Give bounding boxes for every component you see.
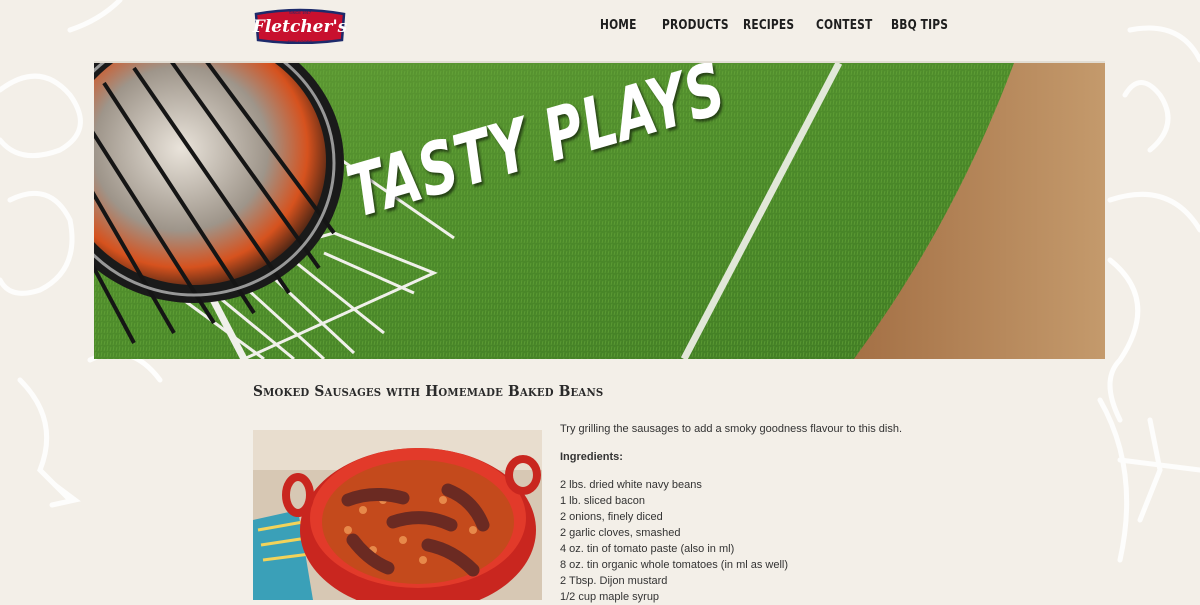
ingredients-heading: Ingredients: <box>560 451 623 463</box>
nav-home[interactable]: HOME <box>600 18 637 33</box>
logo-badge-bottom: FINE FOODS <box>288 39 313 44</box>
ingredient-item: 2 lbs. dried white navy beans <box>560 479 702 491</box>
logo-badge-top: SINCE 1917 <box>289 10 312 15</box>
ingredient-item: 2 onions, finely diced <box>560 511 663 523</box>
recipe-title: Smoked Sausages with Homemade Baked Bean… <box>253 382 604 400</box>
ingredient-item: 2 Tbsp. Dijon mustard <box>560 575 668 587</box>
ingredient-item: 4 oz. tin of tomato paste (also in ml) <box>560 543 735 555</box>
recipe-photo <box>253 430 542 600</box>
logo-wordmark: Fletcher's <box>252 17 348 37</box>
ingredients-list: 2 lbs. dried white navy beans 1 lb. slic… <box>560 477 1120 605</box>
ingredient-item: 1/2 cup maple syrup <box>560 591 660 603</box>
nav-products[interactable]: PRODUCTS <box>662 18 729 33</box>
hero-banner: TASTY PLAYS <box>94 61 1105 359</box>
ingredient-item: 2 garlic cloves, smashed <box>560 527 681 539</box>
ingredient-item: 1 lb. sliced bacon <box>560 495 645 507</box>
fletchers-logo[interactable]: Fletcher's SINCE 1917 FINE FOODS <box>252 8 348 45</box>
ingredient-item: 8 oz. tin organic whole tomatoes (in ml … <box>560 559 789 571</box>
nav-bbq-tips[interactable]: BBQ TIPS <box>891 18 948 33</box>
recipe-description: Try grilling the sausages to add a smoky… <box>560 421 1120 605</box>
nav-recipes[interactable]: RECIPES <box>743 18 794 33</box>
nav-contest[interactable]: CONTEST <box>816 18 872 33</box>
recipe-intro: Try grilling the sausages to add a smoky… <box>560 423 902 435</box>
